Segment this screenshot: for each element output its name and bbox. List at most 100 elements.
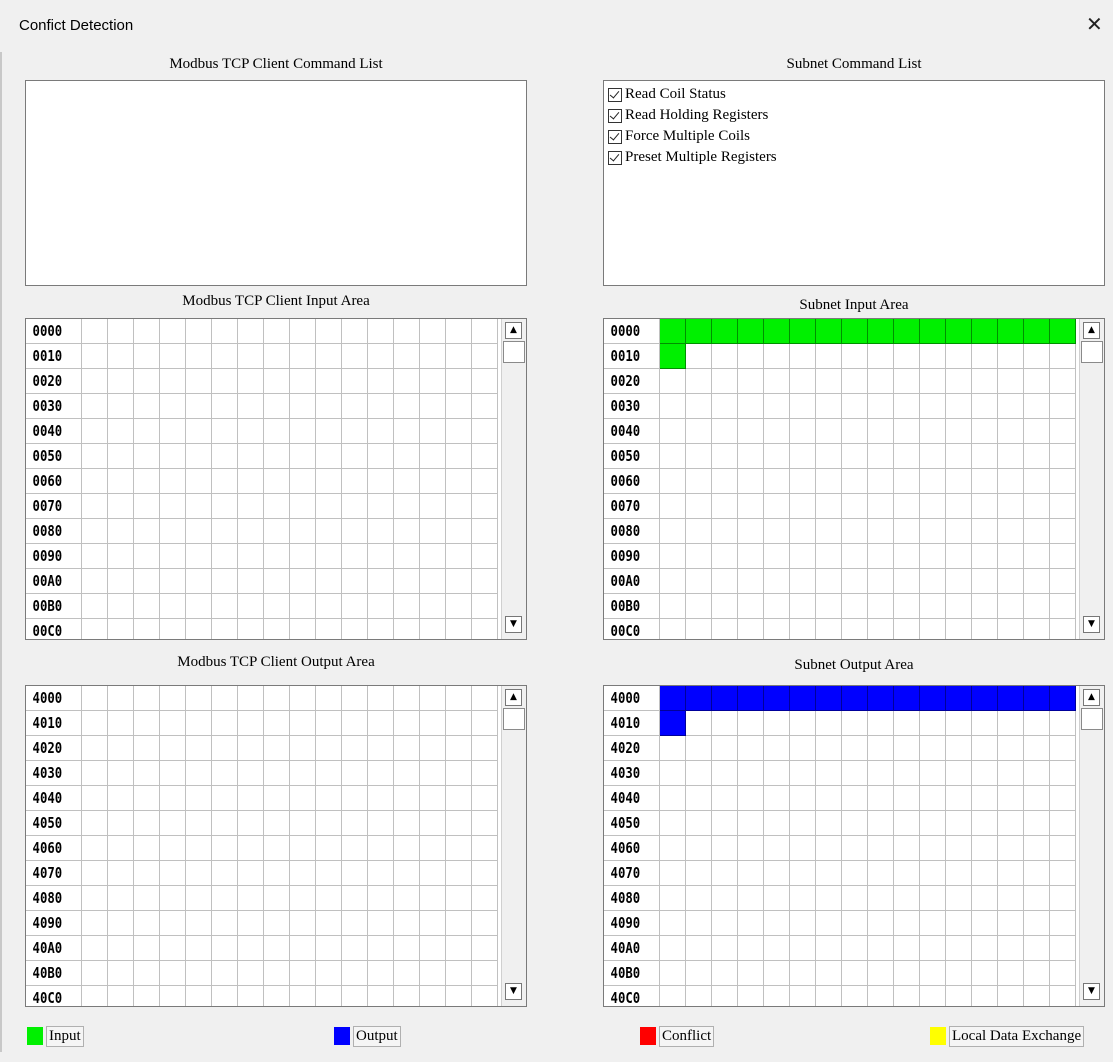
grid-cell[interactable] — [108, 544, 134, 569]
grid-cell[interactable] — [1050, 811, 1076, 836]
grid-cell[interactable] — [342, 811, 368, 836]
grid-cell[interactable] — [368, 761, 394, 786]
grid-cell[interactable] — [1024, 369, 1050, 394]
grid-cell[interactable] — [446, 519, 472, 544]
grid-cell[interactable] — [186, 369, 212, 394]
grid-cell[interactable] — [1050, 419, 1076, 444]
grid-cell[interactable] — [816, 444, 842, 469]
grid-cell[interactable] — [712, 911, 738, 936]
grid-cell[interactable] — [790, 594, 816, 619]
grid-cell[interactable] — [816, 394, 842, 419]
grid-cell[interactable] — [712, 594, 738, 619]
grid-cell[interactable] — [186, 811, 212, 836]
grid-cell[interactable] — [368, 319, 394, 344]
grid-cell[interactable] — [1050, 986, 1076, 1006]
grid-cell[interactable] — [238, 319, 264, 344]
grid-cell[interactable] — [894, 519, 920, 544]
grid-cell[interactable] — [998, 861, 1024, 886]
grid-cell[interactable] — [394, 594, 420, 619]
grid-cell[interactable] — [660, 544, 686, 569]
grid-cell[interactable] — [790, 519, 816, 544]
grid-cell[interactable] — [764, 761, 790, 786]
grid-cell[interactable] — [368, 444, 394, 469]
grid-cell[interactable] — [394, 519, 420, 544]
grid-cell[interactable] — [920, 369, 946, 394]
grid-cell[interactable] — [368, 986, 394, 1006]
grid-cell[interactable] — [420, 569, 446, 594]
grid-cell[interactable] — [972, 886, 998, 911]
grid-cell[interactable] — [290, 936, 316, 961]
grid-cell[interactable] — [368, 711, 394, 736]
grid-cell[interactable] — [212, 594, 238, 619]
grid-cell[interactable] — [738, 736, 764, 761]
grid-cell[interactable] — [160, 419, 186, 444]
grid-cell[interactable] — [946, 519, 972, 544]
grid-cell[interactable] — [686, 886, 712, 911]
grid-cell[interactable] — [316, 711, 342, 736]
grid-cell[interactable] — [790, 736, 816, 761]
grid-cell[interactable] — [686, 619, 712, 639]
grid-cell[interactable] — [472, 936, 498, 961]
grid-cell[interactable] — [368, 836, 394, 861]
grid-cell[interactable] — [686, 861, 712, 886]
grid-cell[interactable] — [394, 861, 420, 886]
grid-cell[interactable] — [420, 911, 446, 936]
grid-cell[interactable] — [368, 936, 394, 961]
grid-cell[interactable] — [186, 469, 212, 494]
grid-cell[interactable] — [108, 736, 134, 761]
grid-cell[interactable] — [686, 319, 712, 344]
grid-cell[interactable] — [1050, 736, 1076, 761]
subnet-input-grid[interactable]: 0000 0010 0020 0030 0040 0050 0060 0070 0080 0090… — [603, 318, 1105, 640]
grid-cell[interactable] — [842, 761, 868, 786]
grid-cell[interactable] — [446, 469, 472, 494]
grid-cell[interactable] — [160, 519, 186, 544]
grid-cell[interactable] — [316, 836, 342, 861]
grid-cell[interactable] — [738, 986, 764, 1006]
grid-cell[interactable] — [394, 419, 420, 444]
grid-cell[interactable] — [790, 711, 816, 736]
grid-cell[interactable] — [868, 519, 894, 544]
grid-cell[interactable] — [972, 394, 998, 419]
grid-cell[interactable] — [764, 369, 790, 394]
grid-cell[interactable] — [290, 519, 316, 544]
grid-cell[interactable] — [842, 444, 868, 469]
grid-cell[interactable] — [946, 494, 972, 519]
grid-cell[interactable] — [290, 569, 316, 594]
grid-cell[interactable] — [472, 911, 498, 936]
grid-cell[interactable] — [738, 594, 764, 619]
grid-cell[interactable] — [446, 394, 472, 419]
grid-cell[interactable] — [342, 886, 368, 911]
grid-cell[interactable] — [1024, 594, 1050, 619]
grid-cell[interactable] — [946, 936, 972, 961]
grid-cell[interactable] — [82, 344, 108, 369]
grid-cell[interactable] — [342, 394, 368, 419]
grid-cell[interactable] — [920, 836, 946, 861]
grid-cell[interactable] — [738, 886, 764, 911]
grid-cell[interactable] — [446, 736, 472, 761]
grid-cell[interactable] — [186, 394, 212, 419]
grid-cell[interactable] — [316, 961, 342, 986]
grid-cell[interactable] — [972, 369, 998, 394]
grid-cell[interactable] — [394, 886, 420, 911]
grid-cell[interactable] — [472, 369, 498, 394]
grid-cell[interactable] — [134, 494, 160, 519]
grid-cell[interactable] — [738, 569, 764, 594]
grid-cell[interactable] — [472, 836, 498, 861]
grid-cell[interactable] — [660, 594, 686, 619]
grid-cell[interactable] — [1050, 444, 1076, 469]
grid-cell[interactable] — [790, 319, 816, 344]
grid-cell[interactable] — [868, 911, 894, 936]
grid-cell[interactable] — [998, 986, 1024, 1006]
grid-cell[interactable] — [186, 619, 212, 639]
grid-cell[interactable] — [842, 986, 868, 1006]
grid-cell[interactable] — [946, 369, 972, 394]
grid-cell[interactable] — [420, 986, 446, 1006]
grid-cell[interactable] — [686, 394, 712, 419]
grid-cell[interactable] — [472, 519, 498, 544]
grid-cell[interactable] — [790, 469, 816, 494]
grid-cell[interactable] — [972, 344, 998, 369]
grid-cell[interactable] — [186, 594, 212, 619]
grid-cell[interactable] — [420, 519, 446, 544]
grid-cell[interactable] — [160, 961, 186, 986]
grid-cell[interactable] — [108, 986, 134, 1006]
